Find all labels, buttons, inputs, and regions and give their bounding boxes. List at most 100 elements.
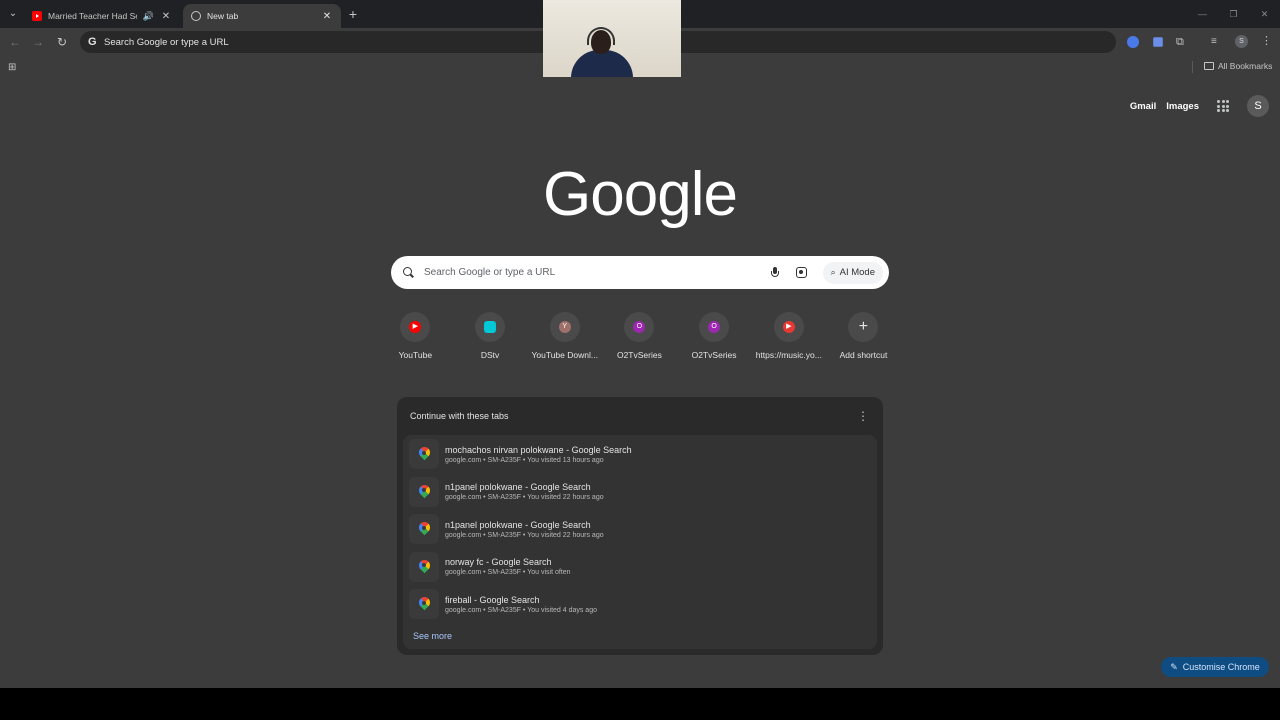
shortcut-tile[interactable]: ▶ https://music.yo...	[751, 312, 826, 360]
shortcut-icon-circle: O	[699, 312, 730, 342]
maps-pin-icon	[419, 447, 430, 461]
forward-button[interactable]: →	[30, 35, 46, 49]
continue-tabs-list: mochachos nirvan polokwane - Google Sear…	[403, 435, 877, 649]
youtube-icon: ▶	[409, 321, 422, 333]
list-item[interactable]: n1panel polokwane - Google Search google…	[409, 512, 873, 546]
dstv-icon	[484, 321, 497, 333]
search-icon	[403, 267, 414, 278]
o2tvseries-icon: O	[708, 321, 721, 333]
o2tvseries-icon: O	[633, 321, 646, 333]
tab-married-teacher[interactable]: Married Teacher Had Sex W 🔊 ✕	[24, 4, 180, 28]
divider	[1192, 61, 1193, 73]
shortcut-label: Add shortcut	[839, 350, 888, 360]
extension-icon[interactable]	[1127, 36, 1139, 48]
tab-title: Married Teacher Had Sex W	[48, 11, 137, 21]
new-tab-page: Gmail Images S Google Search Google or t…	[0, 77, 1280, 688]
youtube-downloader-icon: Y	[558, 321, 571, 333]
maps-pin-icon	[419, 560, 430, 574]
plus-icon: +	[858, 318, 869, 335]
extensions-puzzle-icon[interactable]: ⧉	[1176, 36, 1188, 48]
all-bookmarks-label: All Bookmarks	[1218, 61, 1273, 71]
chrome-menu-icon[interactable]: ⋮	[1261, 34, 1272, 47]
add-shortcut-tile[interactable]: + Add shortcut	[826, 312, 901, 360]
new-tab-button[interactable]: +	[346, 6, 360, 22]
row-text: mochachos nirvan polokwane - Google Sear…	[445, 445, 632, 464]
shortcut-label: O2TvSeries	[691, 350, 737, 360]
row-text: norway fc - Google Search google.com • S…	[445, 557, 571, 576]
youtube-icon	[32, 11, 42, 21]
maps-pin-icon	[419, 522, 430, 536]
shortcut-tile[interactable]: O O2TvSeries	[602, 312, 677, 360]
shortcuts-grid: ▶ YouTube DStv Y YouTube Downl... O O2Tv…	[378, 312, 901, 360]
tab-new-tab[interactable]: New tab ✕	[183, 4, 341, 28]
list-item[interactable]: norway fc - Google Search google.com • S…	[409, 550, 873, 584]
ntp-search-box[interactable]: Search Google or type a URL ⌕ AI Mode	[391, 256, 889, 289]
shortcut-tile[interactable]: Y YouTube Downl...	[527, 312, 602, 360]
row-title: norway fc - Google Search	[445, 557, 552, 567]
shortcut-icon-circle: +	[848, 312, 879, 342]
list-item[interactable]: n1panel polokwane - Google Search google…	[409, 475, 873, 509]
row-title: n1panel polokwane - Google Search	[445, 519, 591, 530]
row-text: n1panel polokwane - Google Search google…	[445, 482, 604, 501]
row-subtitle: google.com • SM-A235F • You visited 22 h…	[445, 531, 604, 539]
media-controls-icon[interactable]: ≡	[1211, 36, 1223, 48]
maps-pin-icon	[419, 597, 430, 611]
extension-icon[interactable]	[1153, 37, 1163, 47]
images-link[interactable]: Images	[1166, 101, 1199, 112]
row-title: n1panel polokwane - Google Search	[445, 482, 591, 492]
row-icon-box	[409, 514, 439, 544]
back-button[interactable]: ←	[7, 35, 23, 49]
globe-icon	[191, 11, 201, 21]
list-item[interactable]: fireball - Google Search google.com • SM…	[409, 587, 873, 621]
continue-tabs-title: Continue with these tabs	[410, 411, 509, 421]
gmail-link[interactable]: Gmail	[1130, 101, 1156, 112]
tab-search-button[interactable]: ⌄	[4, 5, 22, 23]
window-controls: — ❐ ✕	[1187, 0, 1280, 28]
shortcut-label: YouTube	[398, 350, 433, 360]
row-title: fireball - Google Search	[445, 594, 540, 605]
shortcut-tile[interactable]: ▶ YouTube	[378, 312, 453, 360]
folder-icon	[1204, 62, 1214, 70]
close-tab-button[interactable]: ✕	[321, 11, 333, 22]
close-tab-button[interactable]: ✕	[160, 11, 172, 22]
row-text: fireball - Google Search google.com • SM…	[445, 595, 597, 614]
maps-pin-icon	[419, 485, 430, 499]
shortcut-label: O2TvSeries	[616, 350, 662, 360]
audio-playing-icon[interactable]: 🔊	[143, 11, 154, 22]
more-options-icon[interactable]: ⋮	[857, 409, 869, 423]
see-more-link[interactable]: See more	[413, 631, 452, 641]
shortcut-icon-circle	[475, 312, 506, 342]
row-subtitle: google.com • SM-A235F • You visited 13 h…	[445, 456, 604, 464]
row-title: mochachos nirvan polokwane - Google Sear…	[445, 444, 632, 455]
google-lens-icon[interactable]	[795, 267, 807, 278]
shortcut-tile[interactable]: DStv	[453, 312, 528, 360]
shortcut-tile[interactable]: O O2TvSeries	[677, 312, 752, 360]
voice-search-icon[interactable]	[770, 266, 779, 279]
google-logo: Google	[543, 160, 738, 229]
close-window-button[interactable]: ✕	[1249, 0, 1280, 28]
address-bar-text[interactable]: Search Google or type a URL	[104, 37, 229, 48]
account-avatar[interactable]: S	[1247, 95, 1269, 117]
apps-grid-icon[interactable]: ⊞	[8, 62, 16, 73]
all-bookmarks-button[interactable]: All Bookmarks	[1204, 61, 1272, 71]
minimize-button[interactable]: —	[1187, 0, 1218, 28]
reload-button[interactable]: ↻	[54, 35, 70, 49]
row-icon-box	[409, 589, 439, 619]
ai-mode-button[interactable]: ⌕ AI Mode	[822, 261, 883, 284]
customise-chrome-button[interactable]: ✎ Customise Chrome	[1161, 657, 1269, 677]
shortcut-label: https://music.yo...	[755, 350, 822, 360]
profile-avatar[interactable]: S	[1235, 35, 1248, 48]
youtube-music-icon: ▶	[782, 321, 795, 333]
customise-chrome-label: Customise Chrome	[1182, 662, 1260, 672]
shortcut-icon-circle: ▶	[400, 312, 431, 342]
maximize-button[interactable]: ❐	[1218, 0, 1249, 28]
list-item[interactable]: mochachos nirvan polokwane - Google Sear…	[409, 437, 873, 471]
google-apps-icon[interactable]	[1217, 100, 1229, 112]
shortcut-icon-circle: O	[624, 312, 655, 342]
shortcut-label: YouTube Downl...	[531, 350, 598, 360]
google-g-icon: G	[88, 36, 97, 48]
search-input[interactable]: Search Google or type a URL	[424, 267, 771, 278]
row-subtitle: google.com • SM-A235F • You visit often	[445, 569, 571, 576]
row-subtitle: google.com • SM-A235F • You visited 4 da…	[445, 606, 597, 614]
ai-mode-icon: ⌕	[830, 267, 836, 277]
